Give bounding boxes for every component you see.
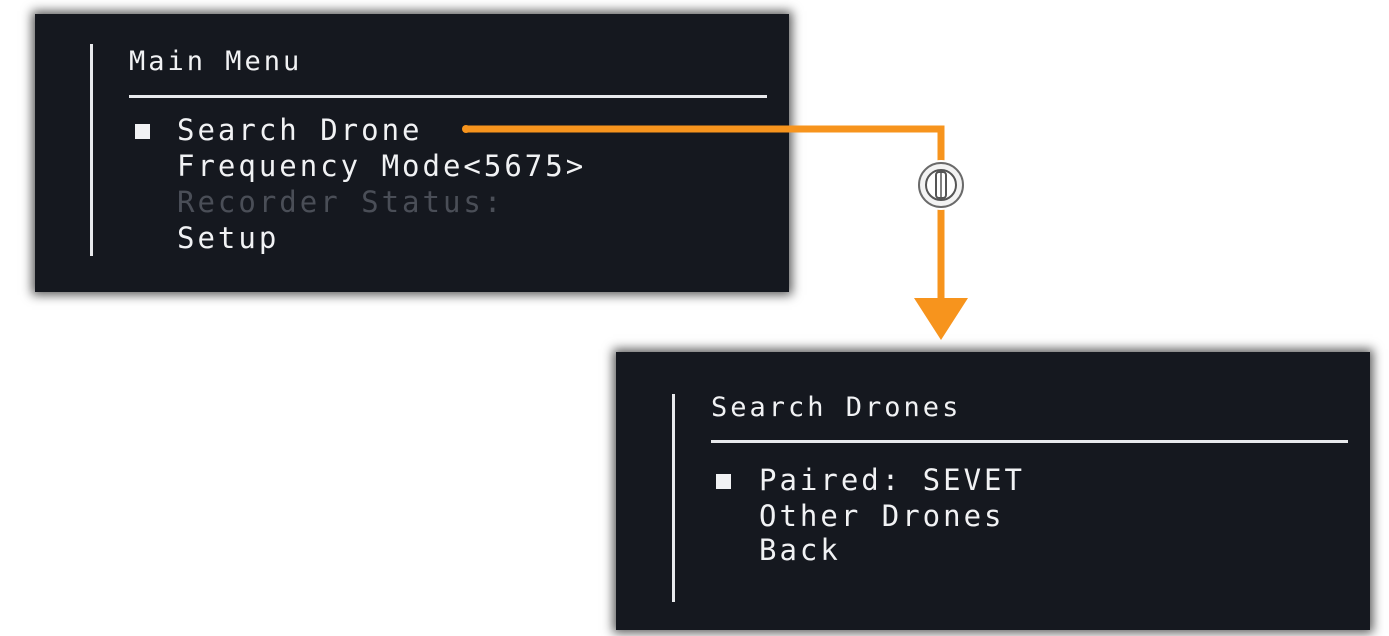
- flow-connector: [462, 125, 968, 340]
- menu-flow-diagram: Main Menu Search Drone Frequency Mode<56…: [0, 0, 1389, 636]
- arrow-down-icon: [914, 298, 968, 340]
- knob-press-icon: [916, 160, 966, 210]
- connector-line: [462, 125, 945, 300]
